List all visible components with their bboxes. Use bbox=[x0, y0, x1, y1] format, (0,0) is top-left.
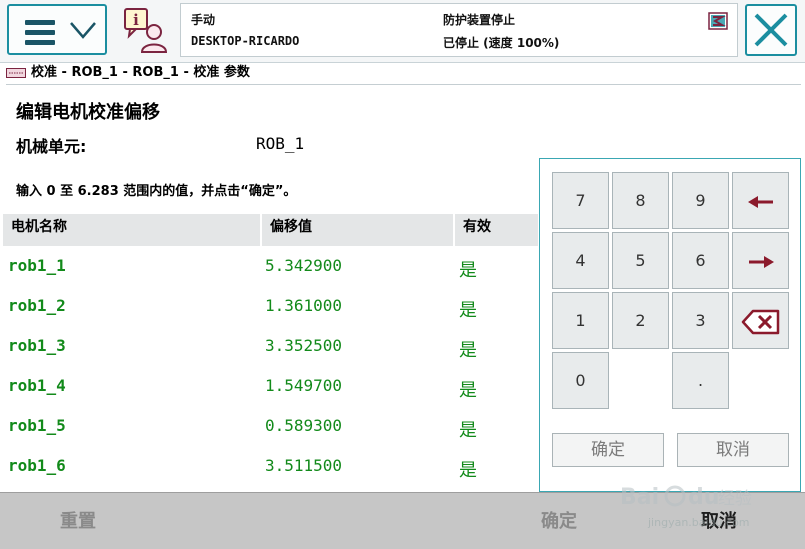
chevron-down-icon bbox=[70, 22, 96, 39]
column-header-motor-name: 电机名称 bbox=[3, 214, 262, 246]
key-decimal[interactable]: . bbox=[672, 352, 729, 409]
svg-text:Bai: Bai bbox=[620, 485, 659, 510]
offset-value[interactable]: 3.352500 bbox=[265, 336, 342, 355]
key-3[interactable]: 3 bbox=[672, 292, 729, 349]
table-row[interactable]: rob1_5 0.589300 是 bbox=[8, 416, 540, 454]
main-menu-button[interactable] bbox=[7, 4, 107, 55]
table-row[interactable]: rob1_6 3.511500 是 bbox=[8, 456, 540, 494]
mech-unit-label: 机械单元: bbox=[16, 137, 87, 156]
key-4[interactable]: 4 bbox=[552, 232, 609, 289]
instruction-text: 输入 0 至 6.283 范围内的值，并点击“确定”。 bbox=[16, 184, 297, 199]
arrow-right-icon bbox=[748, 255, 774, 268]
top-bar: i 手动 DESKTOP-RICARDO 防护装置停止 已停止 (速度 100%… bbox=[0, 0, 805, 63]
cursor-left-key[interactable] bbox=[732, 172, 789, 229]
arrow-left-icon bbox=[747, 195, 773, 208]
close-icon bbox=[754, 13, 788, 47]
motor-name: rob1_3 bbox=[8, 336, 66, 355]
valid-flag: 是 bbox=[459, 260, 477, 281]
keypad-ok-button[interactable]: 确定 bbox=[552, 433, 664, 467]
offset-value[interactable]: 5.342900 bbox=[265, 256, 342, 275]
motor-name: rob1_4 bbox=[8, 376, 66, 395]
offset-value[interactable]: 3.511500 bbox=[265, 456, 342, 475]
table-row[interactable]: rob1_4 1.549700 是 bbox=[8, 376, 540, 414]
table-header: 电机名称 偏移值 有效 bbox=[3, 214, 540, 246]
motor-name: rob1_6 bbox=[8, 456, 66, 475]
backspace-key[interactable] bbox=[732, 292, 789, 349]
breadcrumb: 校准 - ROB_1 - ROB_1 - 校准 参数 bbox=[6, 62, 801, 85]
controller-name: DESKTOP-RICARDO bbox=[191, 34, 300, 48]
guard-status: 防护装置停止 bbox=[443, 13, 516, 27]
svg-text:经验: 经验 bbox=[718, 489, 752, 509]
keypad-cancel-button[interactable]: 取消 bbox=[677, 433, 789, 467]
confirm-button[interactable]: 确定 bbox=[541, 507, 577, 533]
valid-flag: 是 bbox=[459, 380, 477, 401]
key-7[interactable]: 7 bbox=[552, 172, 609, 229]
user-info-icon[interactable]: i bbox=[120, 6, 174, 56]
keyboard-icon bbox=[6, 67, 26, 78]
watermark-logo: Bai du 经验 bbox=[620, 485, 752, 510]
operating-mode: 手动 bbox=[191, 13, 216, 27]
close-button[interactable] bbox=[745, 4, 797, 56]
watermark: Bai du 经验 jingyan.baidu.com bbox=[618, 476, 768, 536]
table-row[interactable]: rob1_3 3.352500 是 bbox=[8, 336, 540, 374]
reset-button[interactable]: 重置 bbox=[60, 507, 96, 533]
motor-name: rob1_5 bbox=[8, 416, 66, 435]
valid-flag: 是 bbox=[459, 460, 477, 481]
mech-unit-value: ROB_1 bbox=[256, 134, 305, 153]
event-log-icon[interactable] bbox=[708, 12, 728, 30]
motor-name: rob1_2 bbox=[8, 296, 66, 315]
svg-text:du: du bbox=[688, 485, 719, 510]
menu-icon bbox=[25, 20, 55, 50]
offset-value[interactable]: 1.549700 bbox=[265, 376, 342, 395]
breadcrumb-text: 校准 - ROB_1 - ROB_1 - 校准 参数 bbox=[31, 65, 250, 80]
motor-name: rob1_1 bbox=[8, 256, 66, 275]
offset-value[interactable]: 0.589300 bbox=[265, 416, 342, 435]
cursor-right-key[interactable] bbox=[732, 232, 789, 289]
table-row[interactable]: rob1_1 5.342900 是 bbox=[8, 256, 540, 294]
offset-value[interactable]: 1.361000 bbox=[265, 296, 342, 315]
svg-text:i: i bbox=[133, 11, 139, 29]
table-row[interactable]: rob1_2 1.361000 是 bbox=[8, 296, 540, 334]
key-1[interactable]: 1 bbox=[552, 292, 609, 349]
column-header-offset: 偏移值 bbox=[262, 214, 455, 246]
numeric-keypad: 7 8 9 4 5 6 1 2 3 0 . 确定 取消 bbox=[539, 158, 801, 492]
key-0[interactable]: 0 bbox=[552, 352, 609, 409]
column-header-valid: 有效 bbox=[455, 214, 540, 246]
key-6[interactable]: 6 bbox=[672, 232, 729, 289]
page-title: 编辑电机校准偏移 bbox=[16, 102, 160, 123]
key-2[interactable]: 2 bbox=[612, 292, 669, 349]
valid-flag: 是 bbox=[459, 340, 477, 361]
key-5[interactable]: 5 bbox=[612, 232, 669, 289]
status-panel[interactable]: 手动 DESKTOP-RICARDO 防护装置停止 已停止 (速度 100%) bbox=[180, 3, 738, 57]
key-9[interactable]: 9 bbox=[672, 172, 729, 229]
key-8[interactable]: 8 bbox=[612, 172, 669, 229]
run-status: 已停止 (速度 100%) bbox=[443, 36, 560, 50]
watermark-url: jingyan.baidu.com bbox=[648, 516, 750, 529]
backspace-icon bbox=[741, 309, 779, 334]
valid-flag: 是 bbox=[459, 300, 477, 321]
valid-flag: 是 bbox=[459, 420, 477, 441]
